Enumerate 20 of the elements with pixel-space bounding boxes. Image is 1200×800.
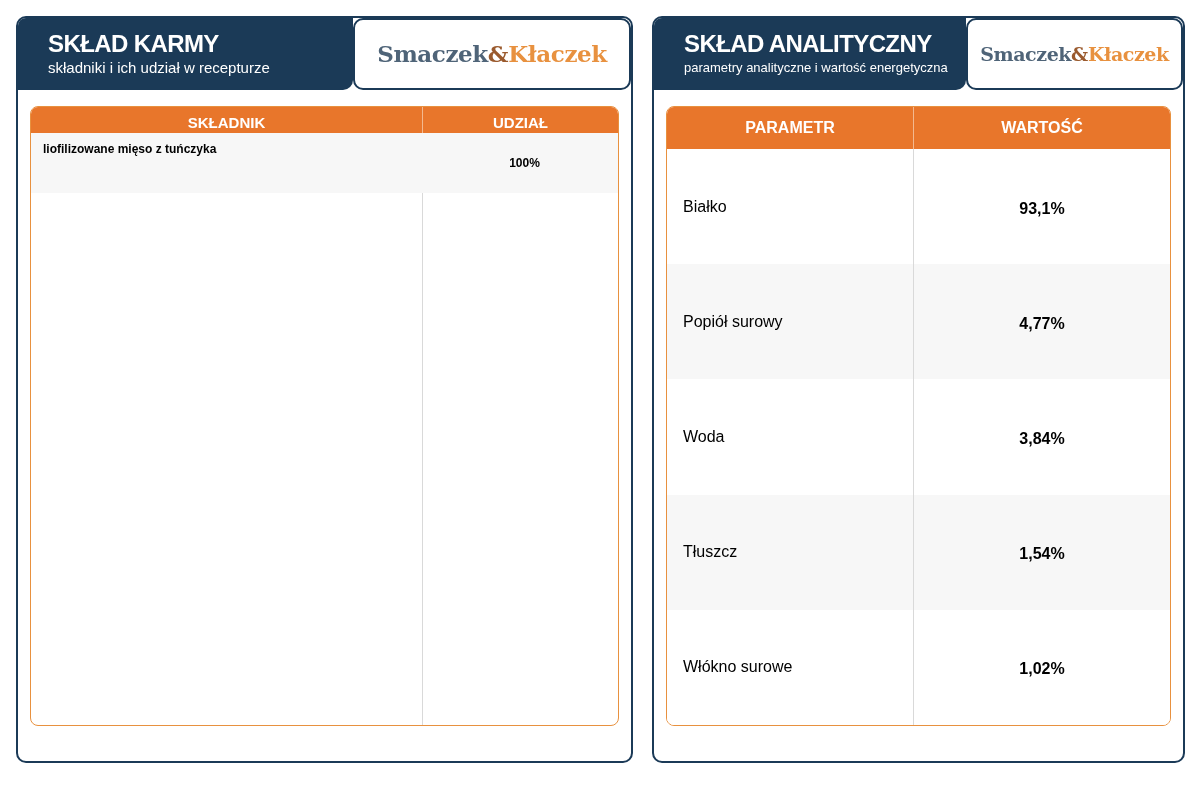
logo: Smaczek&Kłaczek xyxy=(966,18,1183,90)
table-cell-text: Włókno surowe xyxy=(683,657,793,678)
table-cell-text: 100% xyxy=(509,155,540,172)
table-cell-text: 93,1% xyxy=(1019,198,1065,219)
panel-subtitle: parametry analityczne i wartość energetyczna xyxy=(684,59,949,77)
table-cell-text: 3,84% xyxy=(1019,429,1065,449)
table-cell-text: 1,02% xyxy=(1019,659,1065,680)
column-header: WARTOŚĆ xyxy=(1000,117,1084,138)
panel-title: SKŁAD KARMY xyxy=(48,30,220,58)
table-cell-text: Woda xyxy=(683,427,725,447)
logo: Smaczek&Kłaczek xyxy=(353,18,631,90)
panel-title: SKŁAD ANALITYCZNY xyxy=(684,30,933,58)
panel-subtitle: składniki i ich udział w recepturze xyxy=(48,58,271,78)
table-cell-text: 1,54% xyxy=(1019,544,1065,565)
table-cell-text: Białko xyxy=(683,196,727,217)
table-cell-text: Tłuszcz xyxy=(683,542,738,563)
table-cell-text: Popiół surowy xyxy=(683,311,783,332)
table-cell: liofilizowane mięso z tuńczyka xyxy=(43,142,217,156)
column-header: UDZIAŁ xyxy=(492,113,549,133)
table-cell-text: 4,77% xyxy=(1019,313,1065,334)
